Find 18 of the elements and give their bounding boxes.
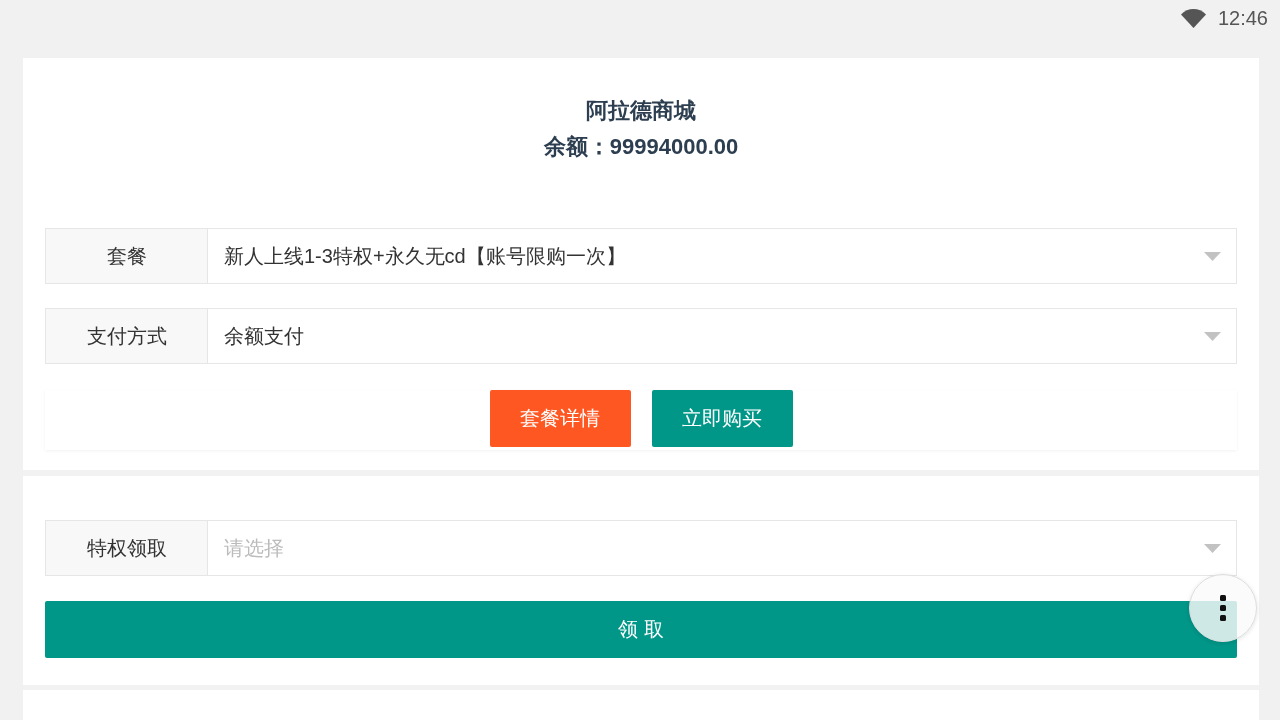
status-time: 12:46: [1217, 6, 1268, 30]
wifi-icon: [1180, 8, 1206, 28]
claim-button[interactable]: 领 取: [45, 601, 1237, 658]
floating-menu-button[interactable]: [1189, 574, 1257, 642]
field-label: 支付方式: [45, 308, 208, 364]
field-label: 套餐: [45, 228, 208, 284]
balance-text: 余额：99994000.00: [543, 133, 739, 161]
buy-button[interactable]: 立即购买: [651, 390, 793, 447]
select-field[interactable]: 请选择: [208, 520, 1237, 576]
caret-icon: [1204, 331, 1221, 341]
shop-title: 阿拉德商城: [586, 97, 696, 125]
more-icon: [1220, 595, 1226, 621]
details-button[interactable]: 套餐详情: [489, 390, 631, 447]
caret-icon: [1204, 543, 1221, 553]
select-field[interactable]: 新人上线1-3特权+永久无cd【账号限购一次】: [208, 228, 1237, 284]
caret-icon: [1204, 251, 1221, 261]
field-label: 特权领取: [45, 520, 208, 576]
select-field[interactable]: 余额支付: [208, 308, 1237, 364]
